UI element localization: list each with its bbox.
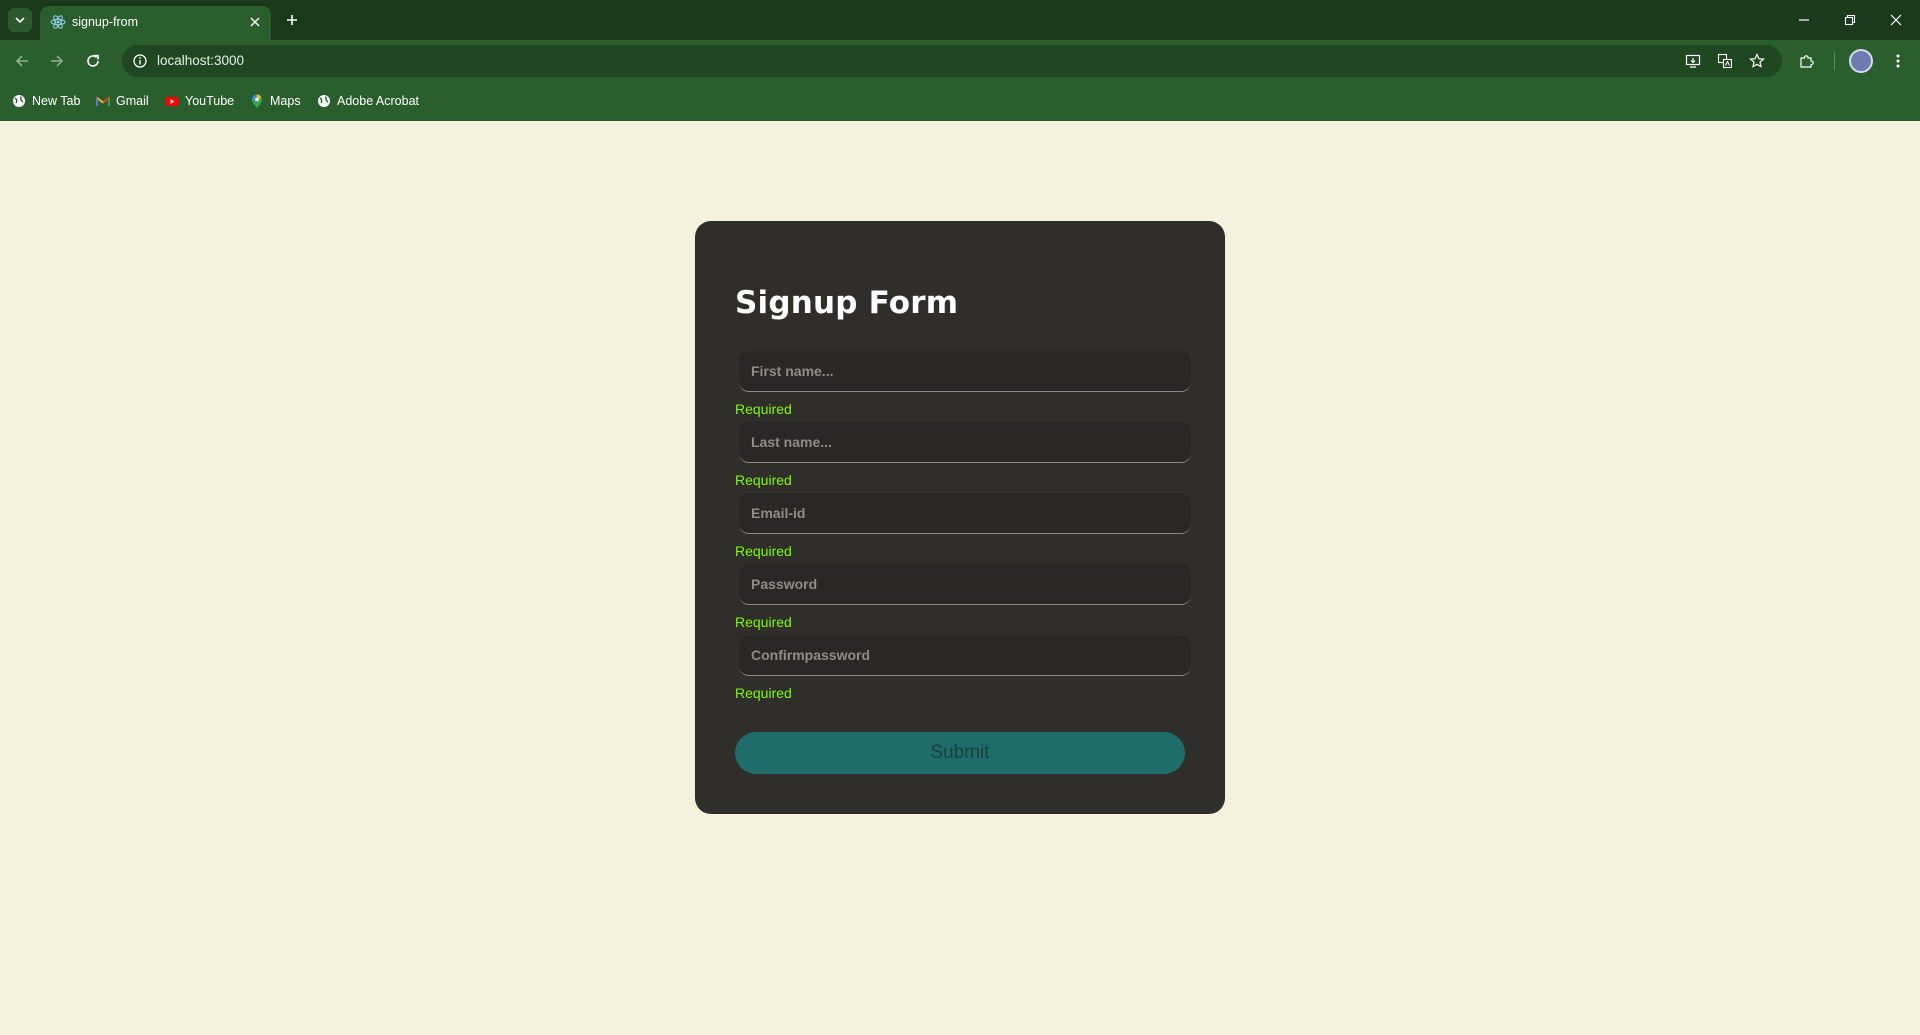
arrow-right-icon [51, 55, 64, 67]
minimize-icon [1799, 19, 1809, 21]
globe-icon [12, 94, 26, 108]
browser-toolbar: localhost:3000 [0, 40, 1920, 81]
install-icon [1685, 54, 1701, 68]
form-title: Signup Form [735, 285, 959, 321]
reload-icon [87, 54, 99, 67]
install-app-button[interactable] [1682, 50, 1704, 72]
bookmark-maps[interactable]: Maps [250, 91, 301, 111]
bookmark-label: Maps [270, 94, 301, 108]
kebab-menu-icon [1896, 54, 1900, 68]
youtube-icon [165, 94, 179, 108]
extensions-button[interactable] [1795, 49, 1819, 73]
bookmark-label: Gmail [116, 94, 149, 108]
address-bar[interactable]: localhost:3000 [122, 45, 1782, 77]
chevron-down-icon [15, 17, 25, 24]
toolbar-divider [1834, 52, 1835, 70]
translate-button[interactable] [1714, 50, 1736, 72]
bookmarks-bar: New Tab Gmail YouTube Maps Adobe Acrobat [0, 81, 1920, 121]
tab-search-button[interactable] [8, 8, 32, 32]
last-name-input[interactable] [739, 422, 1191, 463]
first-name-error: Required [735, 401, 792, 417]
confirm-password-error: Required [735, 685, 792, 701]
tab-signup-from[interactable]: signup-from [40, 6, 271, 40]
reload-button[interactable] [80, 48, 106, 74]
first-name-input[interactable] [739, 351, 1191, 392]
react-atom-icon [50, 15, 66, 29]
tab-title: signup-from [72, 15, 138, 29]
password-error: Required [735, 614, 792, 630]
puzzle-icon [1800, 55, 1814, 68]
browser-tab-bar: signup-from [0, 0, 1920, 40]
bookmark-youtube[interactable]: YouTube [165, 91, 234, 111]
signup-form-card: Signup Form Required Required Required R… [695, 221, 1225, 814]
star-icon [1749, 53, 1765, 68]
email-error: Required [735, 543, 792, 559]
submit-button[interactable]: Submit [735, 732, 1185, 774]
info-icon [133, 54, 147, 68]
url-text[interactable]: localhost:3000 [157, 53, 244, 68]
bookmark-label: New Tab [32, 94, 81, 108]
close-icon [1890, 14, 1902, 26]
tab-close-button[interactable] [246, 13, 264, 31]
email-input[interactable] [739, 493, 1191, 534]
back-button[interactable] [9, 48, 35, 74]
restore-icon [1844, 14, 1856, 26]
bookmark-label: YouTube [185, 94, 235, 108]
restore-button[interactable] [1827, 0, 1873, 40]
close-icon [250, 17, 260, 27]
new-tab-button[interactable] [281, 9, 303, 31]
bookmark-new-tab[interactable]: New Tab [12, 91, 80, 111]
last-name-error: Required [735, 472, 792, 488]
globe-icon [317, 94, 331, 108]
close-window-button[interactable] [1873, 0, 1919, 40]
arrow-left-icon [15, 55, 28, 67]
maps-pin-icon [250, 94, 264, 108]
translate-icon [1717, 53, 1733, 69]
plus-icon [287, 15, 297, 25]
bookmark-label: Adobe Acrobat [337, 94, 420, 108]
gmail-icon [96, 94, 110, 108]
browser-menu-button[interactable] [1886, 49, 1910, 73]
site-info-button[interactable] [130, 51, 150, 71]
forward-button[interactable] [44, 48, 70, 74]
password-input[interactable] [739, 564, 1191, 605]
bookmark-adobe-acrobat[interactable]: Adobe Acrobat [317, 91, 419, 111]
minimize-button[interactable] [1781, 0, 1827, 40]
bookmark-gmail[interactable]: Gmail [96, 91, 149, 111]
confirm-password-input[interactable] [739, 635, 1191, 676]
profile-avatar[interactable] [1849, 49, 1873, 73]
bookmark-star-button[interactable] [1746, 50, 1768, 72]
